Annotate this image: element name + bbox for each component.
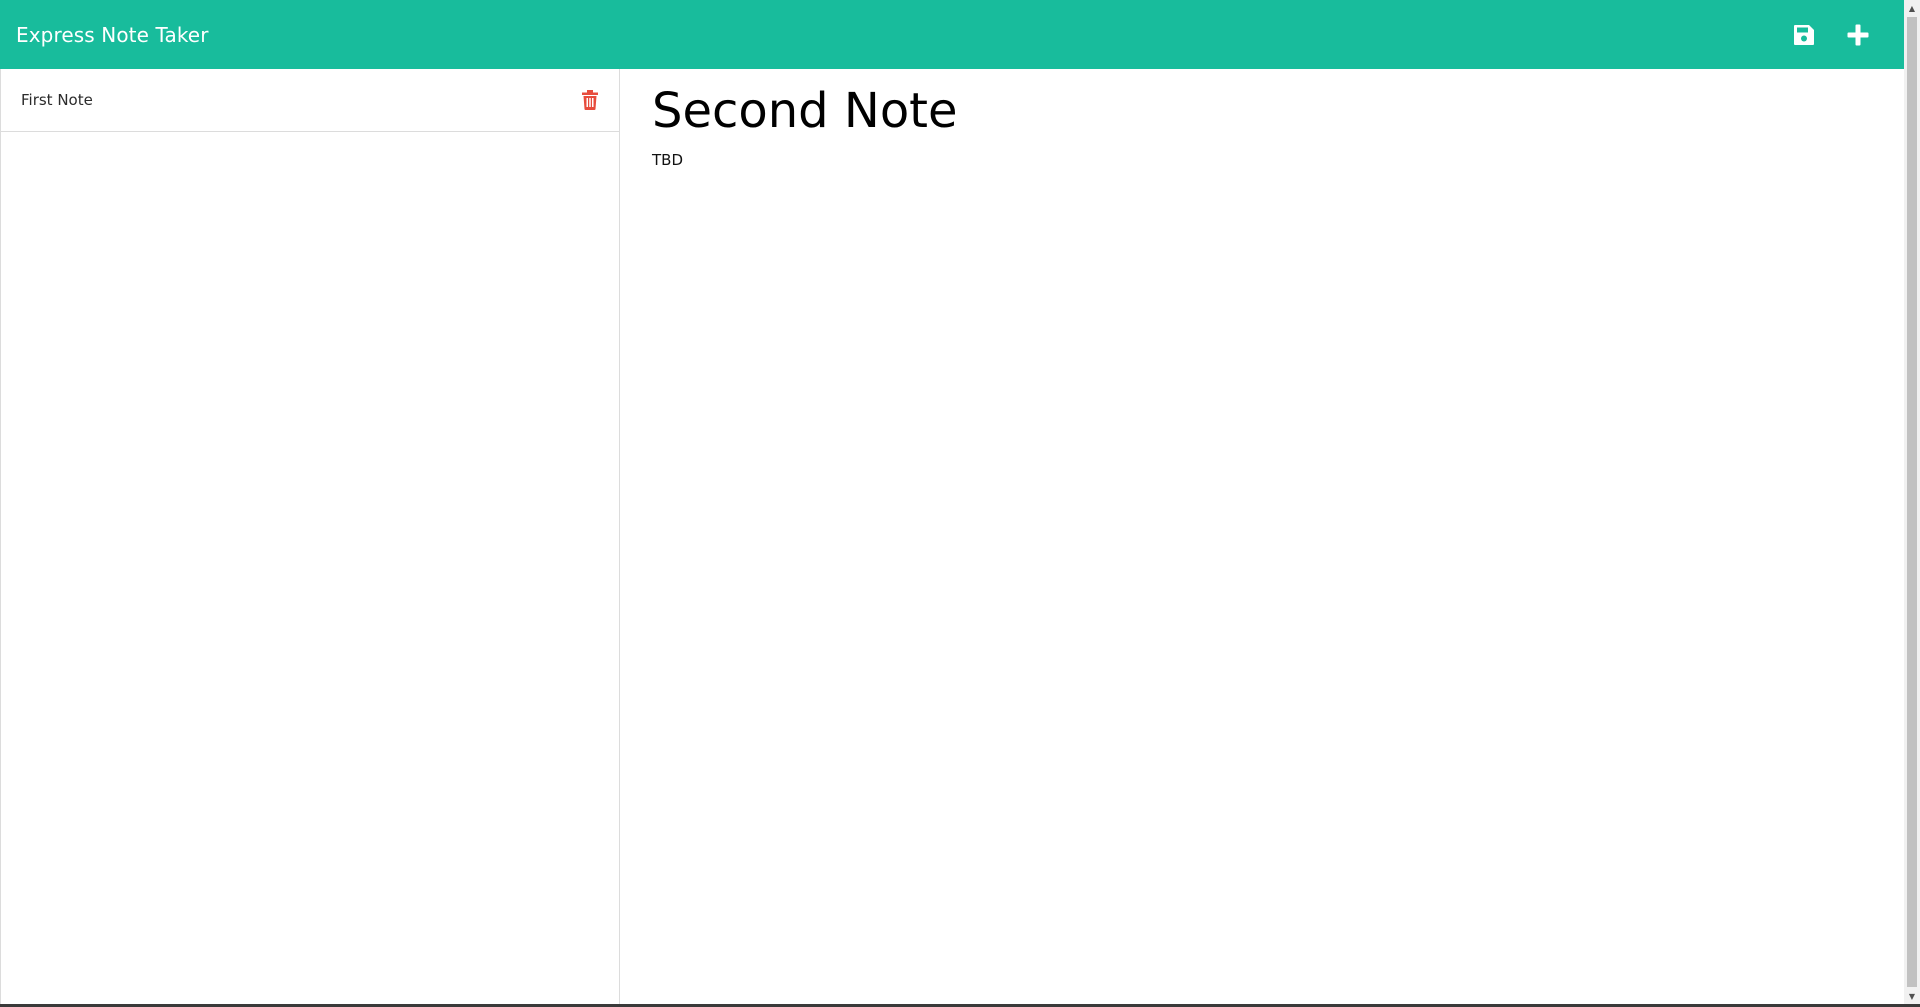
navbar: Express Note Taker [0,0,1904,69]
note-title[interactable]: Second Note [652,79,1872,143]
notes-list: First Note [0,69,620,1004]
note-list-title: First Note [21,91,93,109]
app-title[interactable]: Express Note Taker [16,23,209,47]
floppy-disk-icon [1794,24,1814,45]
scroll-up-arrow-icon[interactable]: ▲ [1904,0,1920,16]
trash-icon [582,90,598,110]
app-window: Express Note Taker First Note Second Not… [0,0,1920,1007]
navbar-actions [1788,19,1888,51]
scroll-down-arrow-icon[interactable]: ▼ [1904,988,1920,1004]
note-text[interactable]: TBD [652,151,1872,169]
note-editor: Second Note TBD [620,69,1904,1004]
new-note-button[interactable] [1842,19,1874,51]
save-note-button[interactable] [1788,19,1820,51]
delete-note-button[interactable] [579,89,601,111]
plus-icon [1847,24,1869,45]
scrollbar-thumb[interactable] [1907,17,1917,987]
list-item[interactable]: First Note [1,69,619,132]
vertical-scrollbar[interactable]: ▲ ▼ [1904,0,1920,1004]
